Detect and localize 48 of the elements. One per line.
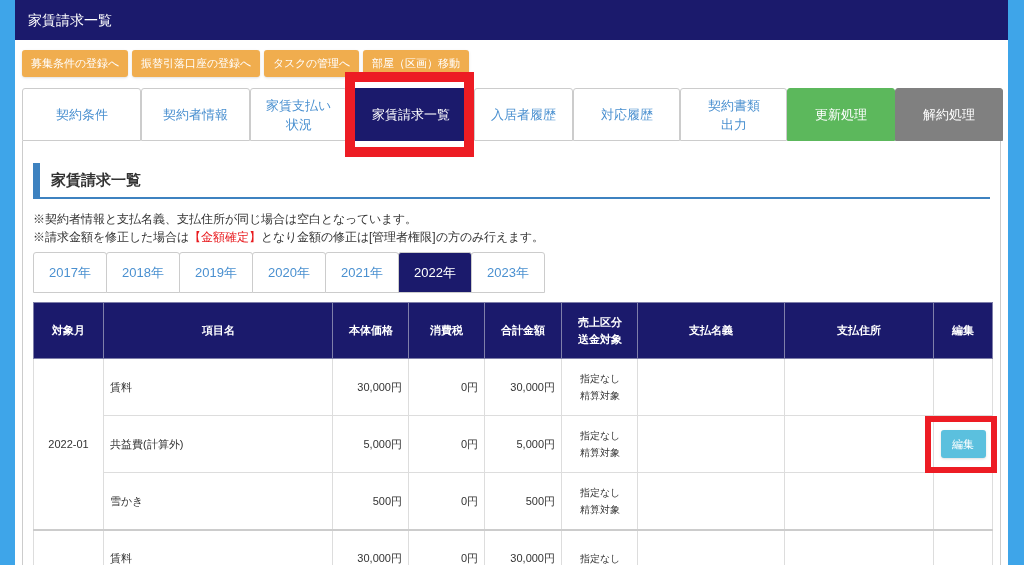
action-button[interactable]: タスクの管理へ (264, 50, 359, 77)
table-cell: 30,000円 (332, 358, 409, 416)
table-cell: 賃料 (103, 358, 333, 416)
tab[interactable]: 入居者履歴 (474, 88, 573, 141)
table-cell: 5,000円 (484, 415, 562, 473)
tab[interactable]: 契約書類 出力 (680, 88, 787, 141)
column-header: 対象月 (33, 302, 104, 359)
column-header: 支払住所 (784, 302, 934, 359)
column-header: 合計金額 (484, 302, 562, 359)
table-cell: 5,000円 (332, 415, 409, 473)
table-cell: 0円 (408, 358, 485, 416)
section-title: 家賃請求一覧 (51, 169, 141, 190)
year-tab[interactable]: 2017年 (33, 252, 107, 293)
tab[interactable]: 家賃支払い 状況 (250, 88, 347, 141)
tab[interactable]: 対応履歴 (573, 88, 680, 141)
table-cell: 共益費(計算外) (103, 415, 333, 473)
year-tab[interactable]: 2023年 (471, 252, 545, 293)
table-cell: 0円 (408, 415, 485, 473)
table-cell-text: 指定なし (579, 429, 620, 443)
tab[interactable]: 契約条件 (22, 88, 141, 141)
year-tab[interactable]: 2022年 (398, 252, 472, 293)
column-header: 編集 (933, 302, 993, 359)
column-header: 消費税 (408, 302, 485, 359)
note-text: ※請求金額を修正した場合は【金額確定】となり金額の修正は[管理者権限]の方のみ行えます。 (33, 229, 545, 246)
year-tab[interactable]: 2019年 (179, 252, 253, 293)
table-cell-text: 指定なし (579, 372, 620, 386)
note-text: ※契約者情報と支払名義、支払住所が同じ場合は空白となっています。 (33, 211, 418, 228)
tab[interactable]: 更新処理 (787, 88, 895, 141)
year-tab[interactable]: 2021年 (325, 252, 399, 293)
table-cell-text: 精算対象 (579, 389, 620, 403)
column-header: 本体価格 (332, 302, 409, 359)
year-tab[interactable]: 2020年 (252, 252, 326, 293)
table-cell: 2022-01 (33, 358, 104, 530)
table-cell-text: 指定なし (579, 485, 620, 500)
tab[interactable]: 契約者情報 (141, 88, 250, 141)
table-cell-text: 精算対象 (579, 502, 620, 517)
column-header: 売上区分 送金対象 (561, 302, 638, 359)
table-cell-text: 指定なし (579, 551, 620, 565)
tab[interactable]: 解約処理 (895, 88, 1003, 141)
year-tab[interactable]: 2018年 (106, 252, 180, 293)
table-cell-text: 精算対象 (579, 446, 620, 460)
page-title: 家賃請求一覧 (28, 10, 112, 30)
action-button[interactable]: 募集条件の登録へ (22, 50, 128, 77)
column-header: 項目名 (103, 302, 333, 359)
action-button[interactable]: 振替引落口座の登録へ (132, 50, 260, 77)
table-cell: 30,000円 (484, 358, 562, 416)
edit-button[interactable]: 編集 (940, 430, 986, 458)
column-header: 支払名義 (637, 302, 785, 359)
